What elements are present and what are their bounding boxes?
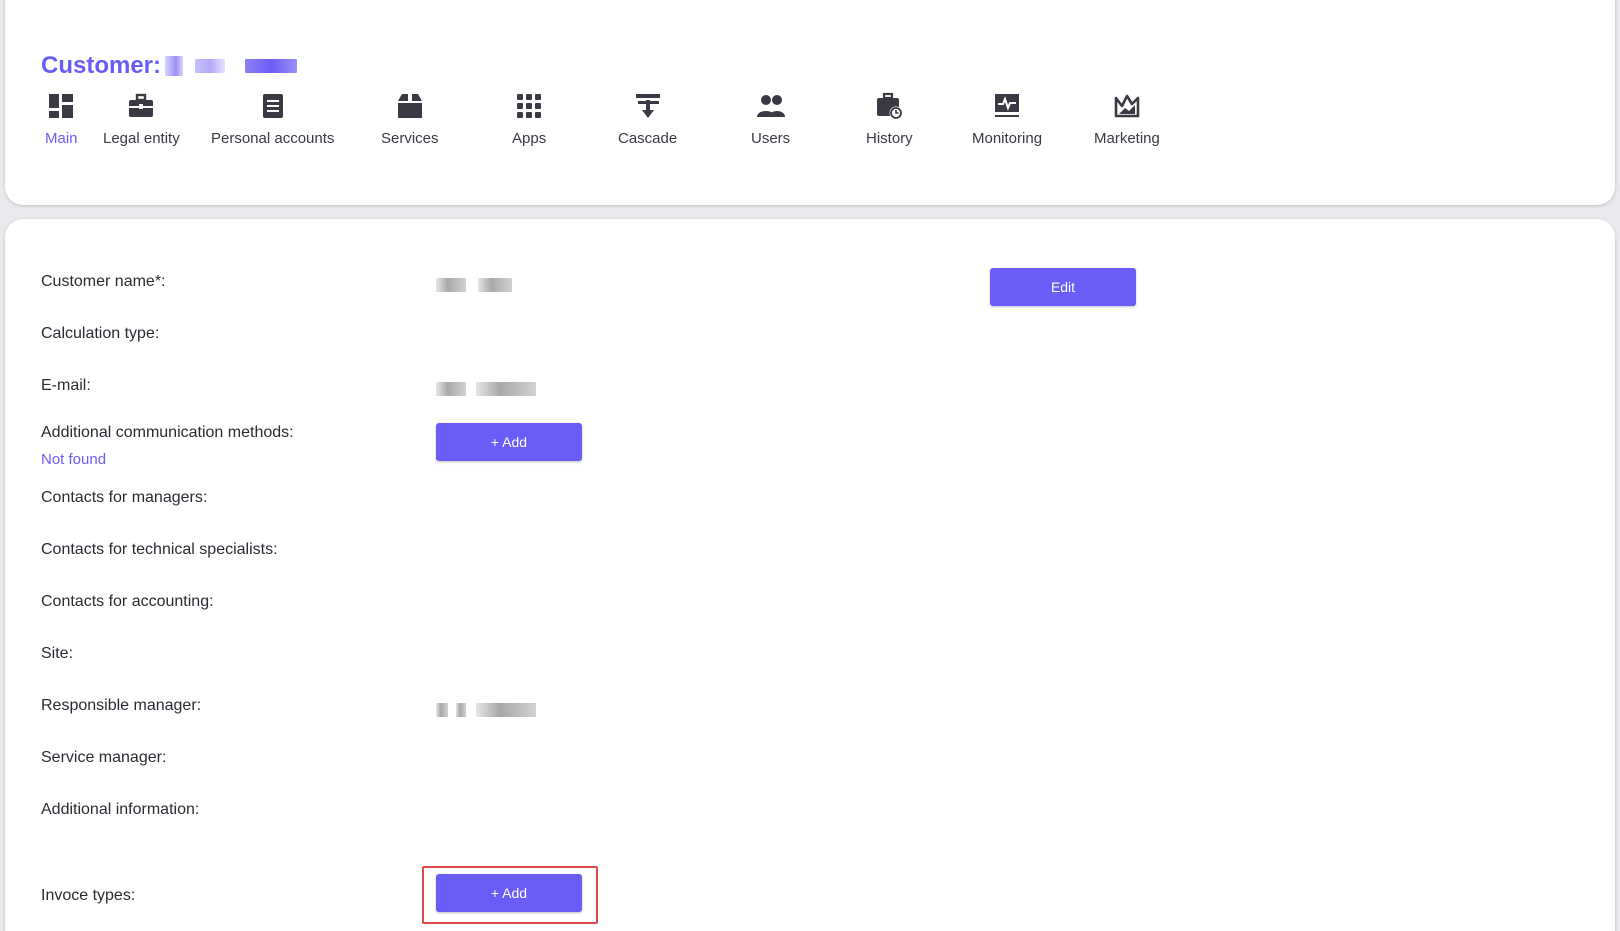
field-contacts-accounting: Contacts for accounting: <box>41 593 214 610</box>
tab-history[interactable]: History <box>866 92 913 147</box>
tab-legal-entity[interactable]: Legal entity <box>103 92 180 147</box>
tab-services-label: Services <box>381 130 439 147</box>
tab-monitoring[interactable]: Monitoring <box>972 92 1042 147</box>
tab-main-label: Main <box>45 130 78 147</box>
grid-icon <box>517 94 542 118</box>
edit-button[interactable]: Edit <box>990 268 1136 306</box>
tab-users-label: Users <box>751 130 791 147</box>
email-value-redacted <box>436 380 536 398</box>
field-calculation-type: Calculation type: <box>41 325 160 342</box>
field-responsible-manager: Responsible manager: <box>41 697 202 714</box>
users-icon <box>756 95 785 117</box>
cascade-icon <box>635 94 660 118</box>
tab-personal-accounts[interactable]: Personal accounts <box>211 92 334 147</box>
customer-id-redacted-3 <box>245 59 298 73</box>
customer-details-card <box>5 219 1615 931</box>
box-icon <box>397 94 422 118</box>
field-contacts-technical: Contacts for technical specialists: <box>41 541 278 558</box>
tab-history-label: History <box>866 130 913 147</box>
tab-monitoring-label: Monitoring <box>972 130 1043 147</box>
field-email: E-mail: <box>41 377 91 394</box>
tab-legal-entity-label: Legal entity <box>103 130 180 147</box>
customer-name-value-redacted <box>436 276 512 294</box>
field-additional-information: Additional information: <box>41 801 200 818</box>
tab-cascade-label: Cascade <box>618 130 678 147</box>
customer-id-redacted <box>165 56 184 76</box>
tab-personal-accounts-label: Personal accounts <box>211 130 335 147</box>
document-icon <box>262 94 283 118</box>
field-site: Site: <box>41 645 74 662</box>
tab-apps-label: Apps <box>512 130 547 147</box>
tab-users[interactable]: Users <box>751 92 790 147</box>
customer-id-redacted-2 <box>195 59 226 73</box>
responsible-manager-value-redacted <box>436 701 536 719</box>
tab-cascade[interactable]: Cascade <box>618 92 677 147</box>
field-service-manager: Service manager: <box>41 749 167 766</box>
page-title-text: Customer: <box>41 52 162 79</box>
additional-communication-empty: Not found <box>41 451 107 468</box>
dashboard-icon <box>49 94 74 118</box>
tab-main[interactable]: Main <box>45 92 78 147</box>
tab-apps[interactable]: Apps <box>512 92 546 147</box>
history-icon <box>877 92 903 120</box>
field-contacts-managers: Contacts for managers: <box>41 489 208 506</box>
tab-marketing-label: Marketing <box>1094 130 1160 147</box>
add-invoice-type-button[interactable]: + Add <box>436 874 582 912</box>
add-communication-button[interactable]: + Add <box>436 423 582 461</box>
marketing-icon <box>1114 94 1140 118</box>
briefcase-icon <box>129 93 154 117</box>
field-invoice-types: Invoce types: <box>41 887 136 904</box>
field-customer-name: Customer name*: <box>41 273 166 290</box>
tab-services[interactable]: Services <box>381 92 439 147</box>
monitor-icon <box>995 94 1020 117</box>
field-additional-communication: Additional communication methods: <box>41 424 294 441</box>
tab-marketing[interactable]: Marketing <box>1094 92 1160 147</box>
page-title: Customer: <box>41 52 298 80</box>
